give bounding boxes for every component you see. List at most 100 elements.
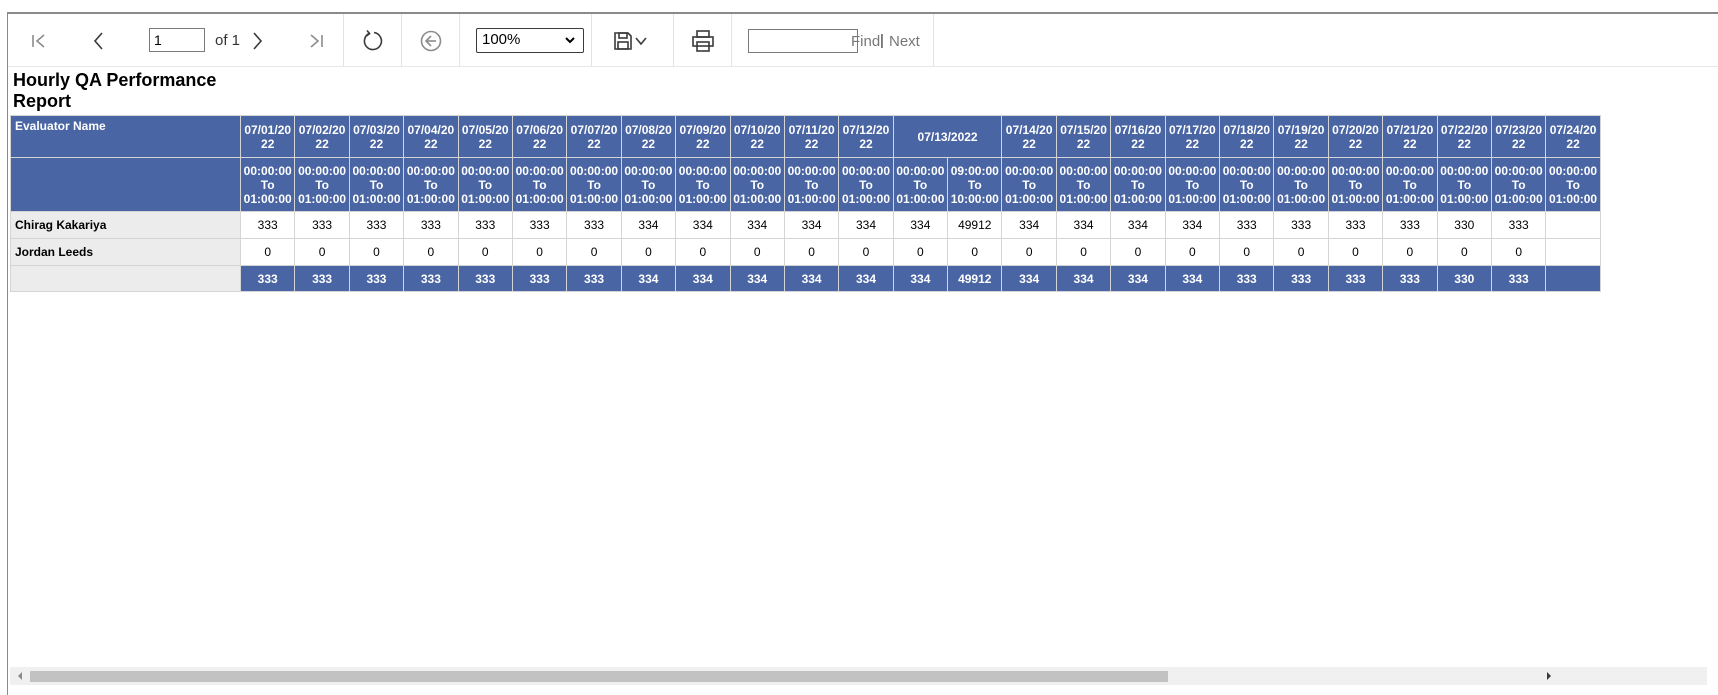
- value-cell: 0: [1110, 238, 1166, 266]
- value-cell: 333: [239, 211, 296, 239]
- value-cell: 0: [1219, 238, 1275, 266]
- value-cell: 0: [511, 238, 568, 266]
- date-header-cell: 07/17/20 22: [1164, 115, 1221, 158]
- zoom-select[interactable]: 100%: [476, 28, 584, 53]
- time-slot-header-cell: 00:00:00 To 01:00:00: [457, 157, 513, 212]
- value-cell: 0: [947, 238, 1003, 266]
- value-cell: 0: [1382, 238, 1438, 266]
- find-button[interactable]: Find: [851, 33, 880, 50]
- evaluator-name-cell: Jordan Leeds: [10, 238, 241, 266]
- value-cell: 334: [675, 265, 731, 292]
- date-header-cell: 07/12/20 22: [838, 115, 894, 158]
- value-cell: 334: [783, 211, 840, 239]
- scrollbar-thumb[interactable]: [30, 671, 1168, 682]
- time-slot-header-cell: 00:00:00 To 01:00:00: [1164, 157, 1221, 212]
- previous-page-icon[interactable]: [86, 28, 112, 54]
- scroll-left-icon[interactable]: [14, 670, 26, 682]
- time-slot-header-cell: 00:00:00 To 01:00:00: [1055, 157, 1112, 212]
- date-header-cell: 07/23/20 22: [1490, 115, 1547, 158]
- time-slot-header-cell: 00:00:00 To 01:00:00: [838, 157, 894, 212]
- last-page-icon[interactable]: [303, 28, 329, 54]
- export-chevron-down-icon[interactable]: [634, 34, 648, 48]
- scroll-right-icon[interactable]: [1543, 670, 1555, 682]
- value-cell: 334: [620, 265, 677, 292]
- value-cell: 333: [1382, 211, 1438, 239]
- page-number-input[interactable]: [149, 28, 205, 52]
- time-slot-header-cell: 00:00:00 To 01:00:00: [675, 157, 731, 212]
- value-cell: 0: [729, 238, 785, 266]
- value-cell: 334: [1055, 211, 1112, 239]
- report-toolbar: of 1 100% Fin: [8, 14, 1718, 67]
- value-cell: 49912: [947, 265, 1003, 292]
- refresh-icon[interactable]: [360, 28, 386, 54]
- zoom-value: 100%: [482, 31, 521, 48]
- date-header-cell: 07/06/20 22: [511, 115, 568, 158]
- value-cell: 0: [1327, 238, 1384, 266]
- value-cell: 334: [1110, 265, 1166, 292]
- report-title-line1: Hourly QA Performance: [13, 70, 217, 90]
- value-cell: 333: [511, 265, 568, 292]
- value-cell: 0: [566, 238, 622, 266]
- next-page-icon[interactable]: [244, 28, 270, 54]
- date-header-cell: 07/18/20 22: [1219, 115, 1275, 158]
- value-cell: 334: [675, 211, 731, 239]
- value-cell: 0: [457, 238, 513, 266]
- save-icon[interactable]: [610, 28, 636, 54]
- print-icon[interactable]: [690, 28, 716, 54]
- value-cell: 0: [1273, 238, 1329, 266]
- time-slot-header-cell: 00:00:00 To 01:00:00: [1327, 157, 1384, 212]
- value-cell: 333: [1327, 265, 1384, 292]
- value-cell: [1545, 238, 1601, 266]
- date-header-cell: 07/14/20 22: [1001, 115, 1057, 158]
- date-header-cell: 07/20/20 22: [1327, 115, 1384, 158]
- value-cell: 0: [403, 238, 459, 266]
- value-cell: 334: [1110, 211, 1166, 239]
- time-slot-header-cell: 00:00:00 To 01:00:00: [1490, 157, 1547, 212]
- first-page-icon[interactable]: [26, 28, 52, 54]
- time-slot-header-cell: 00:00:00 To 01:00:00: [729, 157, 785, 212]
- zoom-group: 100%: [460, 14, 592, 67]
- value-cell: 0: [1490, 238, 1547, 266]
- value-cell: 330: [1436, 265, 1492, 292]
- date-header-cell: 07/21/20 22: [1382, 115, 1438, 158]
- value-cell: 0: [294, 238, 350, 266]
- time-header-row: 00:00:00 To 01:00:00 00:00:00 To 01:00:00 00:0…: [10, 157, 1601, 212]
- value-cell: 0: [1164, 238, 1221, 266]
- refresh-group: [344, 14, 402, 67]
- find-next-button[interactable]: Next: [889, 33, 920, 50]
- value-cell: 334: [729, 211, 785, 239]
- find-group: Find | Next: [732, 14, 934, 67]
- value-cell: 0: [239, 238, 296, 266]
- value-cell: 0: [675, 238, 731, 266]
- date-header-cell: 07/03/20 22: [348, 115, 405, 158]
- time-slot-header-cell: 00:00:00 To 01:00:00: [294, 157, 350, 212]
- date-header-cell: 07/10/20 22: [729, 115, 785, 158]
- value-cell: 334: [783, 265, 840, 292]
- navigation-group: of 1: [8, 14, 344, 67]
- value-cell: 333: [457, 265, 513, 292]
- value-cell: 0: [1055, 238, 1112, 266]
- time-slot-header-cell: 00:00:00 To 01:00:00: [892, 157, 949, 212]
- back-icon[interactable]: [418, 28, 444, 54]
- value-cell: 333: [1490, 211, 1547, 239]
- value-cell: 334: [1055, 265, 1112, 292]
- time-slot-header-cell: 00:00:00 To 01:00:00: [1545, 157, 1601, 212]
- horizontal-scrollbar[interactable]: [10, 667, 1707, 685]
- value-cell: 334: [892, 265, 949, 292]
- value-cell: 49912: [947, 211, 1003, 239]
- value-cell: [1545, 211, 1601, 239]
- value-cell: 333: [457, 211, 513, 239]
- value-cell: 333: [1273, 265, 1329, 292]
- time-slot-header-cell: 00:00:00 To 01:00:00: [566, 157, 622, 212]
- table-row: Jordan Leeds 0 0 0 0 0 0 0 0 0 0 0 0 0 0 0 0 0 0 0 0 0 0 0 0: [10, 238, 1601, 266]
- value-cell: 333: [1382, 265, 1438, 292]
- report-body: Evaluator Name 07/01/20 22 07/02/20 22 07/03…: [10, 115, 1706, 670]
- time-slot-header-cell: 00:00:00 To 01:00:00: [403, 157, 459, 212]
- date-header-cell: 07/19/20 22: [1273, 115, 1329, 158]
- value-cell: 334: [620, 211, 677, 239]
- value-cell: 333: [1273, 211, 1329, 239]
- date-header-cell: 07/11/20 22: [783, 115, 840, 158]
- time-slot-header-cell: 00:00:00 To 01:00:00: [1436, 157, 1492, 212]
- find-input[interactable]: [748, 29, 858, 53]
- value-cell: 333: [1219, 265, 1275, 292]
